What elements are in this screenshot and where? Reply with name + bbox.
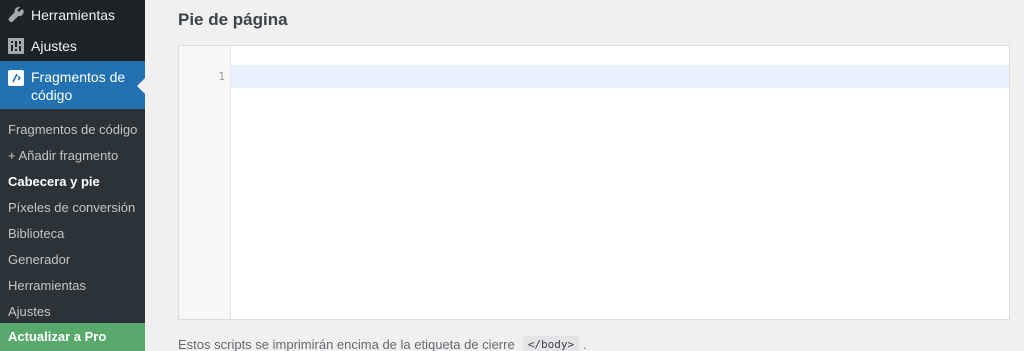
upgrade-label: Actualizar a Pro	[8, 329, 107, 344]
admin-sidebar: Herramientas Ajustes Fragmentos de códig…	[0, 0, 145, 351]
submenu-item-fragmentos[interactable]: Fragmentos de código	[8, 122, 137, 137]
upgrade-pro-link[interactable]: Actualizar a Pro	[0, 323, 145, 351]
line-gutter: 1	[179, 46, 231, 319]
section-title: Pie de página	[178, 10, 288, 29]
settings-sliders-icon	[6, 36, 26, 56]
submenu-item-ajustes[interactable]: Ajustes	[8, 304, 51, 319]
menu-item-ajustes[interactable]: Ajustes	[0, 34, 145, 58]
menu-item-label: Herramientas	[31, 7, 116, 23]
submenu-item-herramientas[interactable]: Herramientas	[8, 278, 86, 293]
submenu-item-generador[interactable]: Generador	[8, 252, 70, 267]
help-text: Estos scripts se imprimirán encima de la…	[178, 336, 587, 351]
help-text-suffix: .	[583, 337, 587, 351]
submenu-item-anadir[interactable]: + Añadir fragmento	[8, 148, 118, 163]
wrench-icon	[6, 5, 26, 25]
menu-item-herramientas[interactable]: Herramientas	[0, 3, 145, 27]
menu-item-label: Fragmentos de código	[31, 69, 126, 103]
body-tag-code: </body>	[522, 336, 580, 351]
code-snippets-icon	[6, 68, 26, 88]
active-line[interactable]	[231, 65, 1009, 88]
submenu-item-cabecera-pie[interactable]: Cabecera y pie	[8, 174, 100, 189]
menu-item-fragmentos[interactable]: Fragmentos de código	[0, 61, 145, 109]
help-text-main: Estos scripts se imprimirán encima de la…	[178, 337, 515, 351]
line-number: 1	[218, 70, 225, 83]
submenu-item-pixeles[interactable]: Píxeles de conversión	[8, 200, 135, 215]
code-editor[interactable]: 1	[178, 45, 1010, 320]
submenu-item-biblioteca[interactable]: Biblioteca	[8, 226, 64, 241]
menu-item-label: Ajustes	[31, 38, 77, 54]
submenu: Fragmentos de código + Añadir fragmento …	[0, 109, 145, 351]
